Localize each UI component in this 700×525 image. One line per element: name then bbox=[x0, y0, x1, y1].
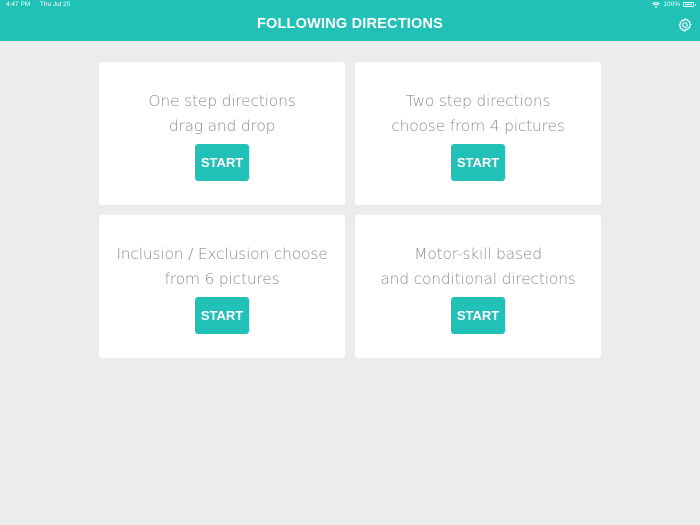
card-description: Two step directions choose from 4 pictur… bbox=[355, 89, 601, 139]
status-time: 4:47 PM bbox=[6, 1, 31, 8]
card-line-2: choose from 4 pictures bbox=[391, 117, 565, 135]
header-bar: 4:47 PM Thu Jul 20 100% FOLLOWING DIRECT… bbox=[0, 0, 700, 41]
card-description: Motor-skill based and conditional direct… bbox=[355, 242, 601, 292]
card-inclusion-exclusion: Inclusion / Exclusion choose from 6 pict… bbox=[99, 215, 345, 358]
start-button[interactable]: START bbox=[451, 297, 505, 334]
wifi-icon bbox=[652, 1, 661, 8]
start-button[interactable]: START bbox=[451, 144, 505, 181]
gear-icon[interactable] bbox=[677, 17, 693, 33]
card-line-1: One step directions bbox=[148, 92, 296, 110]
card-line-2: from 6 pictures bbox=[164, 270, 280, 288]
card-line-2: and conditional directions bbox=[380, 270, 576, 288]
start-button[interactable]: START bbox=[195, 297, 249, 334]
card-description: Inclusion / Exclusion choose from 6 pict… bbox=[99, 242, 345, 292]
card-line-2: drag and drop bbox=[168, 117, 276, 135]
status-date: Thu Jul 20 bbox=[39, 1, 71, 8]
start-button[interactable]: START bbox=[195, 144, 249, 181]
status-right: 100% bbox=[652, 1, 696, 8]
card-description: One step directions drag and drop bbox=[99, 89, 345, 139]
status-bar: 4:47 PM Thu Jul 20 100% bbox=[0, 0, 700, 10]
card-one-step: One step directions drag and drop START bbox=[99, 62, 345, 205]
status-left: 4:47 PM Thu Jul 20 bbox=[6, 1, 78, 8]
battery-icon bbox=[683, 2, 696, 7]
battery-percent: 100% bbox=[663, 1, 680, 8]
card-line-1: Motor-skill based bbox=[414, 245, 542, 263]
page-title: FOLLOWING DIRECTIONS bbox=[256, 16, 444, 32]
card-line-1: Two step directions bbox=[405, 92, 551, 110]
card-two-step: Two step directions choose from 4 pictur… bbox=[355, 62, 601, 205]
card-line-1: Inclusion / Exclusion choose bbox=[116, 245, 328, 263]
card-motor-skill: Motor-skill based and conditional direct… bbox=[355, 215, 601, 358]
